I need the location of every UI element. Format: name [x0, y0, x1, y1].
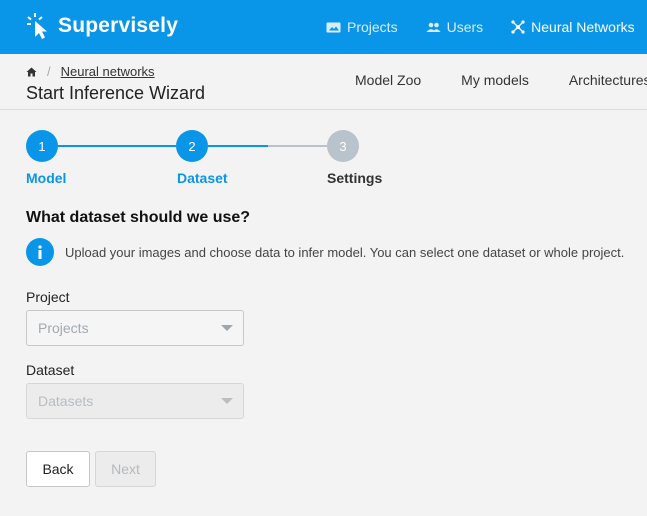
step-3-circle: 3 — [327, 130, 359, 162]
chevron-down-icon — [221, 325, 233, 331]
step-1-circle: 1 — [26, 130, 58, 162]
project-select-placeholder: Projects — [38, 320, 89, 336]
info-banner: Upload your images and choose data to in… — [26, 238, 624, 266]
wizard-stepper: 1 2 3 Model Dataset Settings — [26, 130, 386, 190]
back-button[interactable]: Back — [26, 451, 90, 487]
home-icon[interactable] — [26, 67, 37, 77]
project-label: Project — [26, 289, 70, 305]
top-nav: Projects Users Neural Networks — [326, 0, 647, 54]
tab-architectures[interactable]: Architectures — [569, 72, 647, 88]
step-2-label: Dataset — [177, 170, 228, 186]
tab-my-models[interactable]: My models — [461, 72, 529, 88]
breadcrumb-neural-networks[interactable]: Neural networks — [61, 64, 155, 79]
breadcrumb-separator: / — [47, 64, 51, 79]
nav-users[interactable]: Users — [426, 19, 484, 35]
step-connector-2-remaining — [268, 145, 327, 147]
project-select[interactable]: Projects — [26, 310, 244, 346]
dataset-select[interactable]: Datasets — [26, 383, 244, 419]
next-button[interactable]: Next — [95, 451, 156, 487]
nav-neural-networks[interactable]: Neural Networks — [511, 19, 635, 35]
step-connector-1 — [58, 145, 176, 147]
step-3-label: Settings — [327, 170, 383, 186]
image-folder-icon — [326, 22, 341, 33]
nav-neural-networks-label: Neural Networks — [531, 19, 635, 35]
nav-projects[interactable]: Projects — [326, 19, 398, 35]
sub-nav: Model Zoo My models Architectures — [355, 72, 647, 88]
chevron-down-icon — [221, 398, 233, 404]
neural-network-icon — [511, 20, 525, 34]
top-navbar: Supervisely Projects Users Neural Networ… — [0, 0, 647, 54]
app-name: Supervisely — [58, 14, 179, 37]
nav-users-label: Users — [446, 19, 484, 35]
users-icon — [426, 22, 441, 32]
dataset-label: Dataset — [26, 362, 75, 378]
cursor-click-icon — [26, 12, 50, 40]
info-text: Upload your images and choose data to in… — [65, 244, 625, 260]
breadcrumb: / Neural networks — [26, 64, 155, 79]
section-title: What dataset should we use? — [26, 209, 251, 226]
nav-projects-label: Projects — [347, 19, 398, 35]
step-2-circle: 2 — [176, 130, 208, 162]
step-1-label: Model — [26, 170, 67, 186]
info-icon — [26, 238, 54, 266]
step-connector-2-progress — [208, 145, 268, 147]
dataset-select-placeholder: Datasets — [38, 393, 94, 409]
tab-model-zoo[interactable]: Model Zoo — [355, 72, 421, 88]
app-logo[interactable]: Supervisely — [26, 12, 178, 40]
page-title: Start Inference Wizard — [26, 83, 206, 103]
